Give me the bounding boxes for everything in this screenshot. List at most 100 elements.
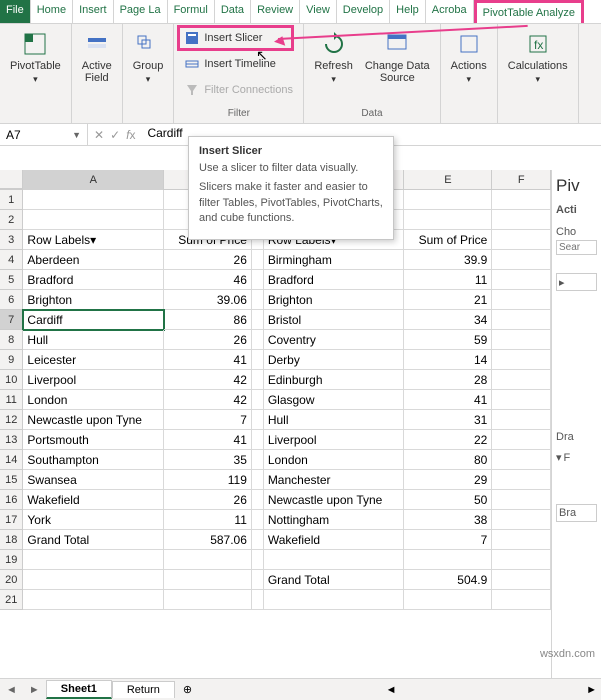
cell[interactable] — [492, 370, 551, 390]
col-E[interactable]: E — [404, 170, 492, 190]
cell[interactable] — [492, 390, 551, 410]
row-header[interactable]: 13 — [0, 430, 23, 450]
cell[interactable] — [404, 590, 492, 610]
row-header[interactable]: 17 — [0, 510, 23, 530]
cell[interactable] — [492, 410, 551, 430]
cell[interactable]: Bradford — [264, 270, 405, 290]
tab-insert[interactable]: Insert — [73, 0, 114, 23]
cell[interactable] — [492, 490, 551, 510]
cell[interactable] — [492, 190, 551, 210]
cell[interactable] — [23, 550, 164, 570]
cell[interactable] — [252, 590, 264, 610]
cell[interactable]: 39.06 — [164, 290, 252, 310]
cell[interactable] — [492, 330, 551, 350]
cell[interactable] — [252, 270, 264, 290]
row-header[interactable]: 3 — [0, 230, 23, 250]
tab-page-layout[interactable]: Page La — [114, 0, 168, 23]
cell[interactable]: 34 — [404, 310, 492, 330]
sheet-nav-next[interactable]: ► — [23, 684, 46, 696]
cell[interactable] — [23, 210, 164, 230]
cell[interactable] — [23, 190, 164, 210]
enter-icon[interactable]: ✓ — [110, 128, 120, 142]
chevron-down-icon[interactable]: ▼ — [72, 130, 81, 140]
cell[interactable]: Brighton — [264, 290, 405, 310]
cell[interactable]: Brighton — [23, 290, 164, 310]
cell[interactable] — [492, 430, 551, 450]
cell[interactable]: London — [23, 390, 164, 410]
sheet-grid[interactable]: A B C D E F 123Row Labels▾Sum of PriceRo… — [0, 170, 551, 678]
row-header[interactable]: 7 — [0, 310, 23, 330]
cell[interactable] — [492, 510, 551, 530]
cell[interactable]: Grand Total — [264, 570, 405, 590]
row-header[interactable]: 12 — [0, 410, 23, 430]
cell[interactable]: Hull — [264, 410, 405, 430]
cell[interactable]: Hull — [23, 330, 164, 350]
cell[interactable] — [404, 550, 492, 570]
cell[interactable]: Edinburgh — [264, 370, 405, 390]
hscroll-left[interactable]: ◄ — [382, 684, 401, 696]
cell[interactable]: Bradford — [23, 270, 164, 290]
cell[interactable]: Row Labels▾ — [23, 230, 164, 250]
cell[interactable] — [164, 590, 252, 610]
tab-help[interactable]: Help — [390, 0, 426, 23]
cell[interactable]: Liverpool — [264, 430, 405, 450]
row-header[interactable]: 16 — [0, 490, 23, 510]
cell[interactable] — [492, 590, 551, 610]
cell[interactable]: 14 — [404, 350, 492, 370]
name-box[interactable]: A7 ▼ — [0, 124, 88, 145]
cell[interactable]: Grand Total — [23, 530, 164, 550]
cell[interactable] — [252, 530, 264, 550]
cell[interactable] — [252, 510, 264, 530]
tab-developer[interactable]: Develop — [337, 0, 390, 23]
cell[interactable] — [252, 410, 264, 430]
cell[interactable] — [492, 230, 551, 250]
actions-button[interactable]: Actions ▾ — [447, 28, 491, 87]
cell[interactable]: Sum of Price — [404, 230, 492, 250]
cell[interactable] — [252, 570, 264, 590]
cell[interactable]: Manchester — [264, 470, 405, 490]
row-header[interactable]: 6 — [0, 290, 23, 310]
select-all-corner[interactable] — [0, 170, 23, 189]
cell[interactable]: 41 — [164, 350, 252, 370]
cell[interactable]: 59 — [404, 330, 492, 350]
row-header[interactable]: 9 — [0, 350, 23, 370]
cell[interactable] — [252, 370, 264, 390]
row-header[interactable]: 5 — [0, 270, 23, 290]
cell[interactable]: 41 — [404, 390, 492, 410]
cell[interactable] — [404, 210, 492, 230]
cell[interactable]: Leicester — [23, 350, 164, 370]
cell[interactable]: 42 — [164, 390, 252, 410]
cell[interactable]: Liverpool — [23, 370, 164, 390]
row-header[interactable]: 4 — [0, 250, 23, 270]
cell[interactable]: 11 — [164, 510, 252, 530]
tab-pivottable-analyze[interactable]: PivotTable Analyze — [474, 0, 584, 23]
cell[interactable]: Glasgow — [264, 390, 405, 410]
calculations-button[interactable]: fx Calculations ▾ — [504, 28, 572, 87]
cell[interactable]: Wakefield — [264, 530, 405, 550]
cell[interactable] — [252, 470, 264, 490]
new-sheet-button[interactable]: ⊕ — [175, 683, 200, 696]
cell[interactable] — [252, 430, 264, 450]
cell[interactable] — [252, 330, 264, 350]
cell[interactable]: 50 — [404, 490, 492, 510]
checkbox-icon[interactable]: ▸ — [559, 277, 565, 289]
cell[interactable] — [23, 590, 164, 610]
row-header[interactable]: 20 — [0, 570, 23, 590]
tab-formulas[interactable]: Formul — [168, 0, 215, 23]
cell[interactable]: 587.06 — [164, 530, 252, 550]
cell[interactable] — [164, 570, 252, 590]
hscroll-right[interactable]: ► — [582, 684, 601, 696]
cell[interactable] — [492, 290, 551, 310]
cell[interactable]: 42 — [164, 370, 252, 390]
sidepane-field-item[interactable]: Bra — [556, 504, 597, 522]
row-header[interactable]: 8 — [0, 330, 23, 350]
cell[interactable]: Swansea — [23, 470, 164, 490]
cell[interactable] — [252, 490, 264, 510]
fx-icon[interactable]: fx — [126, 128, 135, 142]
cell[interactable]: 7 — [404, 530, 492, 550]
cell[interactable]: Wakefield — [23, 490, 164, 510]
row-header[interactable]: 15 — [0, 470, 23, 490]
cell[interactable] — [164, 550, 252, 570]
cell[interactable] — [492, 450, 551, 470]
cell[interactable]: 39.9 — [404, 250, 492, 270]
